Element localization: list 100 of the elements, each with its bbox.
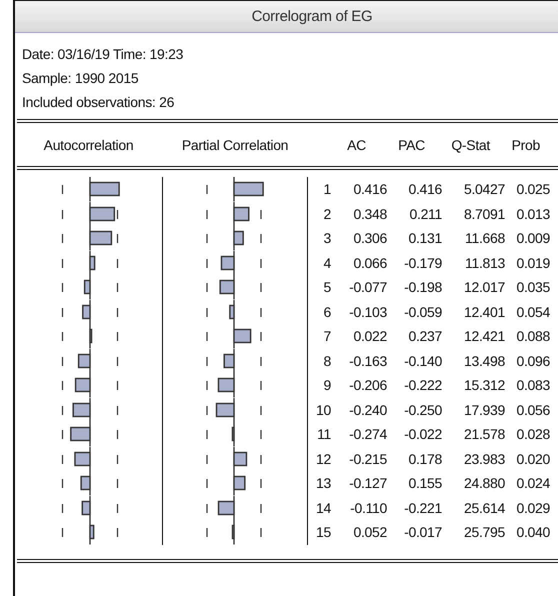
pac-cell-text: 0.155 <box>407 474 442 493</box>
lag-cell-text: 8 <box>322 352 331 370</box>
bound-mark <box>62 479 64 488</box>
ac-cell-text: 0.022 <box>352 327 387 346</box>
ac-cell-text: 0.052 <box>352 523 387 542</box>
q-stat-cell-text: 15.312 <box>462 376 505 395</box>
bound-mark <box>62 308 64 316</box>
ac-bar <box>78 353 91 368</box>
pac-bar <box>218 500 235 515</box>
ac-bar <box>82 304 91 319</box>
bound-mark <box>62 356 64 366</box>
q-stat-cell-text: 17.939 <box>462 400 505 420</box>
ac-bar <box>89 328 92 344</box>
prob-cell-text: 0.024 <box>515 474 550 493</box>
prob-cell-text: 0.088 <box>515 327 550 346</box>
pac-cell-text: -0.221 <box>403 498 442 518</box>
lag-cell-text: 12 <box>315 450 331 468</box>
bound-mark <box>260 234 262 243</box>
lag-cell-text: 3 <box>322 229 331 248</box>
bound-mark <box>116 210 118 218</box>
bound-mark <box>62 258 64 268</box>
pac-cell-text: -0.017 <box>403 523 442 542</box>
ac-cell-text: 0.348 <box>352 204 387 224</box>
bound-mark <box>62 185 64 194</box>
bound-mark <box>62 504 64 512</box>
bound-mark <box>260 308 262 316</box>
q-stat-cell-text: 24.880 <box>462 474 505 493</box>
prob-cell-text: 0.025 <box>515 180 550 199</box>
pac-cell-text: -0.222 <box>403 376 442 395</box>
bound-mark <box>116 283 118 292</box>
window-title: Correlogram of EG <box>252 8 372 25</box>
ac-cell-text: -0.110 <box>349 498 387 518</box>
pac-cell-text: -0.179 <box>403 254 442 272</box>
prob-cell-text: 0.009 <box>515 229 550 248</box>
column-header: Q-Stat <box>450 136 492 152</box>
bound-mark <box>260 381 262 390</box>
bound-mark <box>206 308 208 316</box>
bound-mark <box>260 210 262 218</box>
ac-bar <box>72 402 91 417</box>
ac-bar <box>80 476 91 490</box>
pac-bar <box>233 476 246 490</box>
bound-mark <box>260 356 262 366</box>
pac-cell-text: 0.178 <box>407 450 442 468</box>
ac-bar <box>74 451 91 466</box>
bound-mark <box>62 210 64 218</box>
prob-cell-text: 0.020 <box>515 450 550 468</box>
pac-cell-text: 0.211 <box>408 204 442 224</box>
pac-cell-text: -0.059 <box>403 302 442 322</box>
bound-mark <box>206 356 208 366</box>
q-stat-cell-text: 25.614 <box>462 498 505 518</box>
bound-mark <box>206 430 208 439</box>
bound-mark <box>116 381 118 390</box>
lag-cell-text: 13 <box>315 474 331 493</box>
bound-mark <box>260 258 262 268</box>
bound-mark <box>206 479 208 488</box>
bound-mark <box>260 504 262 512</box>
prob-cell-text: 0.040 <box>515 523 550 542</box>
q-stat-cell-text: 12.017 <box>462 278 505 297</box>
bound-mark <box>206 210 208 218</box>
bound-mark <box>62 234 64 243</box>
lag-cell-text: 5 <box>322 278 331 297</box>
bound-mark <box>206 406 208 414</box>
pac-bar <box>233 182 264 196</box>
prob-cell-text: 0.096 <box>515 352 550 370</box>
pac-cell-text: -0.198 <box>403 278 442 297</box>
info-line: Date: 03/16/19 Time: 19:23 <box>22 45 184 64</box>
pac-bar <box>220 255 235 270</box>
q-stat-cell-text: 13.498 <box>462 352 505 370</box>
pac-bar <box>218 378 235 392</box>
bound-mark <box>62 430 64 439</box>
q-stat-cell-text: 12.421 <box>462 327 505 346</box>
bound-mark <box>206 283 208 292</box>
pac-bar <box>224 353 235 368</box>
bound-mark <box>206 234 208 243</box>
ac-bar <box>82 500 91 515</box>
pac-cell-text: 0.131 <box>407 229 442 248</box>
bound-mark <box>260 406 262 414</box>
column-header: PAC <box>397 136 426 152</box>
q-stat-cell-text: 25.795 <box>462 523 505 542</box>
pac-bar <box>233 230 244 246</box>
bound-mark <box>206 504 208 512</box>
q-stat-cell-text: 8.7091 <box>462 204 505 224</box>
lag-cell-text: 11 <box>316 425 331 444</box>
column-header: AC <box>346 136 367 152</box>
q-stat-cell-text: 5.0427 <box>462 180 505 199</box>
ac-bar <box>89 524 94 540</box>
bound-mark <box>62 454 64 464</box>
lag-cell-text: 10 <box>315 400 331 420</box>
lag-cell-text: 2 <box>322 204 331 224</box>
ac-bar <box>89 182 120 196</box>
bound-mark <box>116 332 118 341</box>
q-stat-cell-text: 12.401 <box>462 302 505 322</box>
bound-mark <box>206 185 208 194</box>
q-stat-cell-text: 21.578 <box>462 425 505 444</box>
bound-mark <box>260 454 262 464</box>
lag-cell-text: 15 <box>315 523 331 542</box>
ac-bar <box>74 378 91 392</box>
column-header: Prob <box>510 136 541 152</box>
prob-cell-text: 0.035 <box>515 278 550 297</box>
bound-mark <box>62 406 64 414</box>
